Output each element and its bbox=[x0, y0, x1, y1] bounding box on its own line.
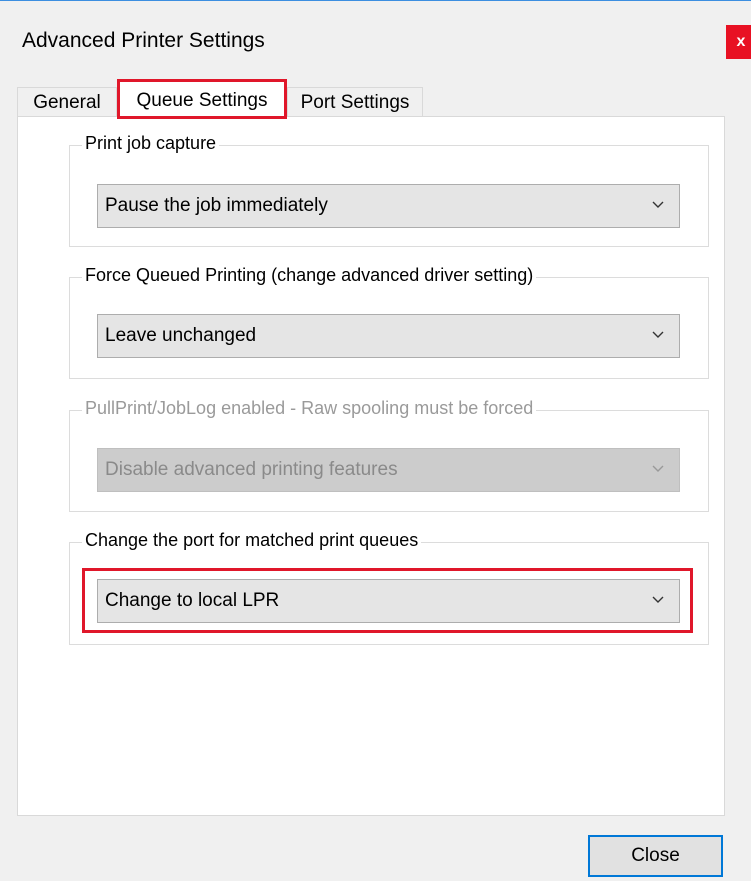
tab-queue-settings[interactable]: Queue Settings bbox=[117, 79, 287, 119]
force-queued-printing-dropdown[interactable]: Leave unchanged bbox=[97, 314, 680, 358]
tab-general[interactable]: General bbox=[17, 87, 117, 117]
print-job-capture-dropdown[interactable]: Pause the job immediately bbox=[97, 184, 680, 228]
close-button[interactable]: Close bbox=[588, 835, 723, 877]
change-port-group: Change the port for matched print queues… bbox=[69, 530, 709, 645]
window-title: Advanced Printer Settings bbox=[22, 29, 265, 52]
pullprint-joblog-group: PullPrint/JobLog enabled - Raw spooling … bbox=[69, 398, 709, 512]
pullprint-joblog-value: Disable advanced printing features bbox=[105, 459, 398, 480]
force-queued-printing-group: Force Queued Printing (change advanced d… bbox=[69, 265, 709, 379]
pullprint-joblog-dropdown: Disable advanced printing features bbox=[97, 448, 680, 492]
chevron-down-icon bbox=[652, 331, 664, 338]
chevron-down-icon bbox=[652, 465, 664, 472]
tab-port-settings[interactable]: Port Settings bbox=[287, 87, 423, 117]
change-port-label: Change the port for matched print queues bbox=[82, 530, 422, 551]
change-port-value: Change to local LPR bbox=[105, 590, 280, 611]
print-job-capture-value: Pause the job immediately bbox=[105, 195, 328, 216]
close-window-icon[interactable]: x bbox=[726, 25, 751, 59]
pullprint-joblog-label: PullPrint/JobLog enabled - Raw spooling … bbox=[82, 398, 537, 419]
print-job-capture-group: Print job capture Pause the job immediat… bbox=[69, 133, 709, 247]
force-queued-printing-value: Leave unchanged bbox=[105, 325, 257, 346]
force-queued-printing-label: Force Queued Printing (change advanced d… bbox=[82, 265, 537, 286]
chevron-down-icon bbox=[652, 596, 664, 603]
chevron-down-icon bbox=[652, 201, 664, 208]
advanced-printer-settings-dialog: Advanced Printer Settings x General Queu… bbox=[0, 0, 751, 881]
tab-panel: Print job capture Pause the job immediat… bbox=[17, 116, 725, 816]
change-port-dropdown[interactable]: Change to local LPR bbox=[97, 579, 680, 623]
print-job-capture-label: Print job capture bbox=[82, 133, 220, 154]
